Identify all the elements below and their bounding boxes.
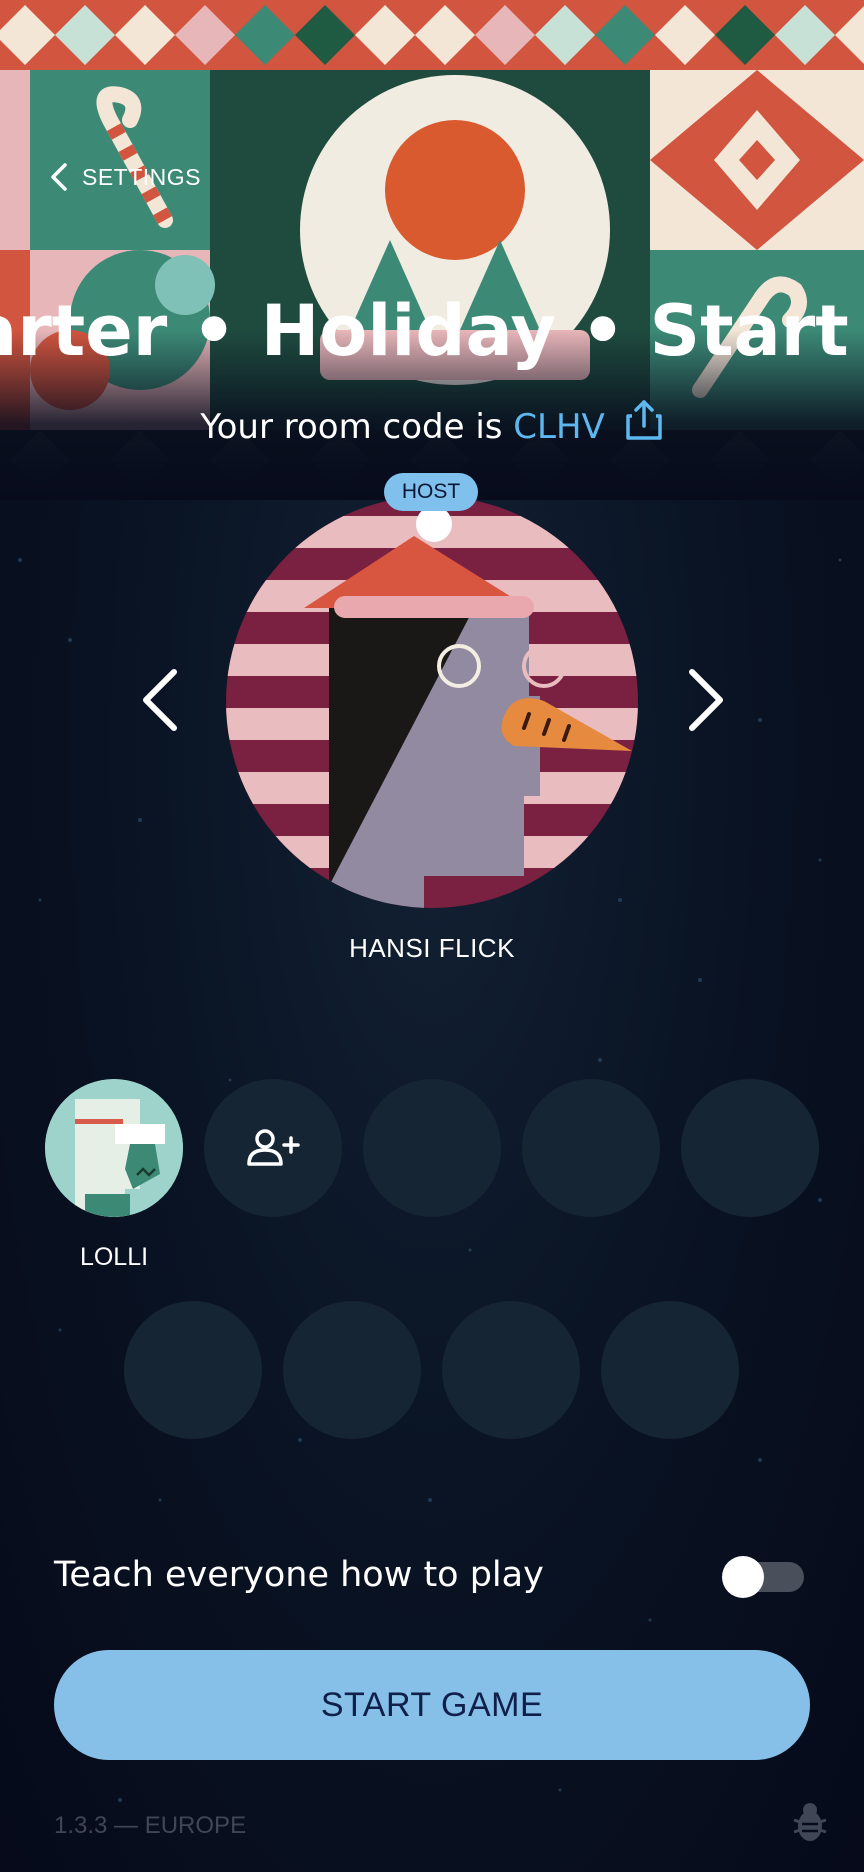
version-label: 1.3.3 — EUROPE bbox=[54, 1812, 247, 1839]
empty-player-slot bbox=[363, 1079, 501, 1217]
toggle-knob bbox=[722, 1556, 764, 1598]
add-user-icon bbox=[247, 1129, 300, 1166]
host-name: HANSI FLICK bbox=[349, 933, 515, 963]
settings-back-button[interactable]: SETTINGS bbox=[50, 162, 201, 192]
bug-report-icon[interactable] bbox=[790, 1800, 830, 1844]
player-name: LOLLI bbox=[79, 1243, 149, 1271]
share-icon[interactable] bbox=[624, 398, 664, 442]
invite-player-button[interactable] bbox=[204, 1079, 342, 1217]
start-game-button[interactable]: START GAME bbox=[54, 1650, 810, 1760]
chevron-left-icon bbox=[51, 163, 67, 191]
empty-player-slot bbox=[283, 1301, 421, 1439]
game-title-marquee: arter • Holiday • Start bbox=[0, 290, 849, 372]
teach-toggle[interactable] bbox=[722, 1556, 806, 1598]
host-badge: HOST bbox=[384, 473, 478, 511]
room-code-prefix: Your room code is bbox=[200, 407, 514, 447]
lobby-screen: SETTINGS arter • Holiday • Start Your ro… bbox=[0, 0, 864, 1872]
settings-label: SETTINGS bbox=[82, 163, 202, 190]
empty-player-slot bbox=[124, 1301, 262, 1439]
prev-avatar-arrow-icon[interactable] bbox=[140, 668, 180, 732]
empty-player-slot bbox=[442, 1301, 580, 1439]
next-avatar-arrow-icon[interactable] bbox=[686, 668, 726, 732]
empty-player-slot bbox=[522, 1079, 660, 1217]
host-avatar bbox=[226, 496, 638, 908]
player-avatar[interactable] bbox=[45, 1079, 183, 1217]
empty-player-slot bbox=[681, 1079, 819, 1217]
room-code: CLHV bbox=[513, 407, 605, 447]
room-code-line: Your room code is CLHV bbox=[0, 398, 864, 447]
empty-player-slot bbox=[601, 1301, 739, 1439]
teach-label: Teach everyone how to play bbox=[54, 1555, 544, 1595]
